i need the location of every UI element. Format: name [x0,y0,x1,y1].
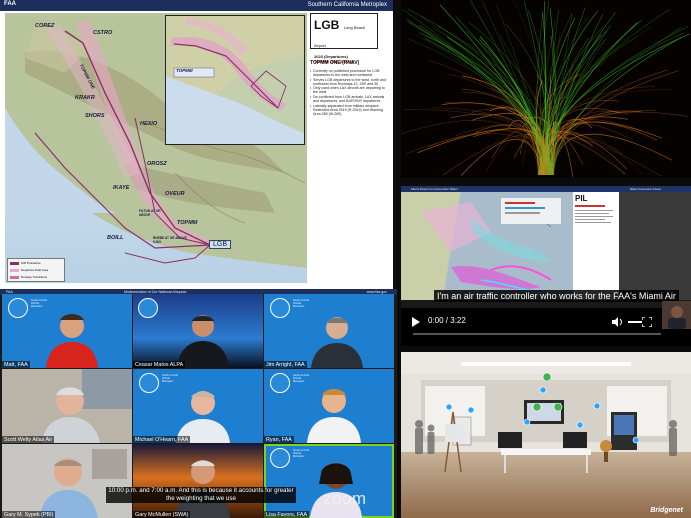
video-caption: I'm an air traffic controller who works … [434,290,679,302]
bullet-item: Only used when LAX aircraft are departin… [310,86,390,94]
seal-caption: South Central Florida Metroplex [293,299,309,308]
airport-code: LGB [314,18,340,32]
video-progress-bar[interactable] [413,333,661,335]
participant-video [42,387,100,443]
participant-video [307,389,361,443]
waypoint-topmm: TOPMM [177,220,198,226]
metroplex-seal-icon [138,298,158,318]
zoom-caption: 10:00 p.m. and 7:00 a.m. And this is bec… [106,487,296,503]
volume-slider[interactable] [628,321,642,323]
map-legend: SID Procedure Departure Path Area Runway… [7,258,65,282]
bullet-item: De-conflicted from LGB arrivals, LAX arr… [310,95,390,103]
seal-caption: South Central Florida Metroplex [162,374,178,383]
participant-name: Scott Welty Atlas Air [2,436,55,443]
video-info-panel: PIL [573,192,619,300]
slide-header: FAA Southern California Metroplex [0,0,393,11]
video-time: 0:00 / 3:22 [428,316,466,325]
waypoint-cstro: CSTRO [93,30,113,36]
participant-tile[interactable]: South Central Florida Metroplex Ryan, FA… [264,369,394,443]
inset-route-svg [166,16,304,144]
participant-tile[interactable]: Ceasar Matos ALPA [133,294,263,368]
procedure-map: TOPMM COREZ CSTRO TOPMM ONE KRAKR SHORS … [5,13,307,283]
waypoint-corez: COREZ [35,23,55,29]
waypoint-krakr: KRAKR [75,95,95,101]
screen-collage: FAA Southern California Metroplex TOPMM … [0,0,691,518]
participant-video [40,458,98,518]
participant-video [177,315,229,368]
volume-icon[interactable] [612,317,624,327]
legend-label-runway: Runway Transitions [21,275,48,279]
procedure-info: LGB Long Beach Airport 2023 (Departures)… [310,13,390,285]
video-side-strip [619,192,691,300]
waypoint-boill: BOILL [107,235,124,241]
metroplex-seal-icon [270,373,290,393]
video-controls: 0:00 / 3:22 [401,308,691,346]
bullet-item: Currently no published procedure for LGB… [310,69,390,77]
participant-video [176,460,230,518]
video-map-frame [401,192,573,300]
waypoint-ikaye: IKAYE [113,185,130,191]
metroplex-seal-icon [270,448,290,468]
faa-logo-text: FAA [4,1,16,7]
bullet-item: Serves LGB departures to the west, north… [310,78,390,86]
video-slide-title: Miami Flows from Ascension Miami [411,187,458,191]
metroplex-map-slide: FAA Southern California Metroplex TOPMM … [0,0,393,289]
metroplex-seal-icon [270,298,290,318]
bullet-item: Laterally separated from military airspa… [310,104,390,116]
participant-name: Gary McMullen (SWA) [133,511,191,518]
waypoint-orosz: OROSZ [147,161,167,167]
bridgenet-logo: Bridgenet [650,507,683,514]
traffic-flow-visualization [401,0,691,178]
participant-name: Matt, FAA [2,361,30,368]
legend-label-area: Departure Path Area [21,268,49,272]
participant-name: Ceasar Matos ALPA [133,361,186,368]
slide-title: Southern California Metroplex [307,1,387,8]
participant-tile[interactable]: Scott Welty Atlas Air [2,369,132,443]
legend-swatch-sid [10,262,19,265]
participant-name: Gary M. Sypek (PBI) [2,511,56,518]
participant-name: Ryan, FAA [264,436,294,443]
participant-video [46,314,98,368]
zoom-logo: zoom [323,489,367,508]
speaker-thumbnail [662,301,691,329]
legend-swatch-runway [10,276,19,279]
fix-note-filtun: FILTUN AT OR ABOVE [139,209,161,217]
participant-name: Jim Arright, FAA [264,361,307,368]
video-slide-title-right: Miami Ascension Flows [629,187,661,191]
participant-name: Lisa Favors, FAA [264,511,310,518]
video-player[interactable]: Miami Flows from Ascension Miami Miami A… [401,186,691,346]
airport-info-box: LGB Long Beach Airport 2023 (Departures)… [310,13,378,64]
participant-video [176,391,230,443]
waypoint-hexio: HEXIO [140,121,158,127]
waypoint-oveur: OVEUR [165,191,185,197]
participant-name: Michael O'Hearn, FAA [133,436,191,443]
procedure-bullets: Currently no published procedure for LGB… [310,69,390,116]
metroplex-seal-icon [139,373,159,393]
fullscreen-icon[interactable] [642,317,652,327]
participant-tile[interactable]: Gary McMullen (SWA) [133,444,263,518]
participant-tile[interactable]: South Central Florida Metroplex Michael … [133,369,263,443]
participant-video [311,317,363,368]
play-icon[interactable] [412,317,420,327]
procedure-title: TOPMM ONE (RNAV) [310,60,360,66]
participant-tile[interactable]: Gary M. Sypek (PBI) [2,444,132,518]
inset-map: TOPMM [165,15,305,145]
virtual-event-room: Bridgenet [401,352,691,518]
participant-tile[interactable]: South Central Florida Metroplex Jim Arri… [264,294,394,368]
video-map-svg [401,192,573,300]
flow-lines-svg [401,0,691,178]
legend-label-sid: SID Procedure [21,261,41,265]
metroplex-seal-icon [8,298,28,318]
video-info-code: PIL [575,194,588,203]
fix-note-rhebe: RHEBE AT OR ABOVE 6,000 [153,236,187,244]
airport-tag-lgb: LGB [209,240,232,249]
zoom-meeting: FAA Modernization of Our National Airspa… [0,289,397,518]
waypoint-shors: SHORS [85,113,105,119]
participant-tile[interactable]: South Central Florida Metroplex Matt, FA… [2,294,132,368]
legend-swatch-area [10,269,19,272]
inset-topmm-label: TOPMM [176,68,193,73]
room-scene-svg [401,352,691,518]
